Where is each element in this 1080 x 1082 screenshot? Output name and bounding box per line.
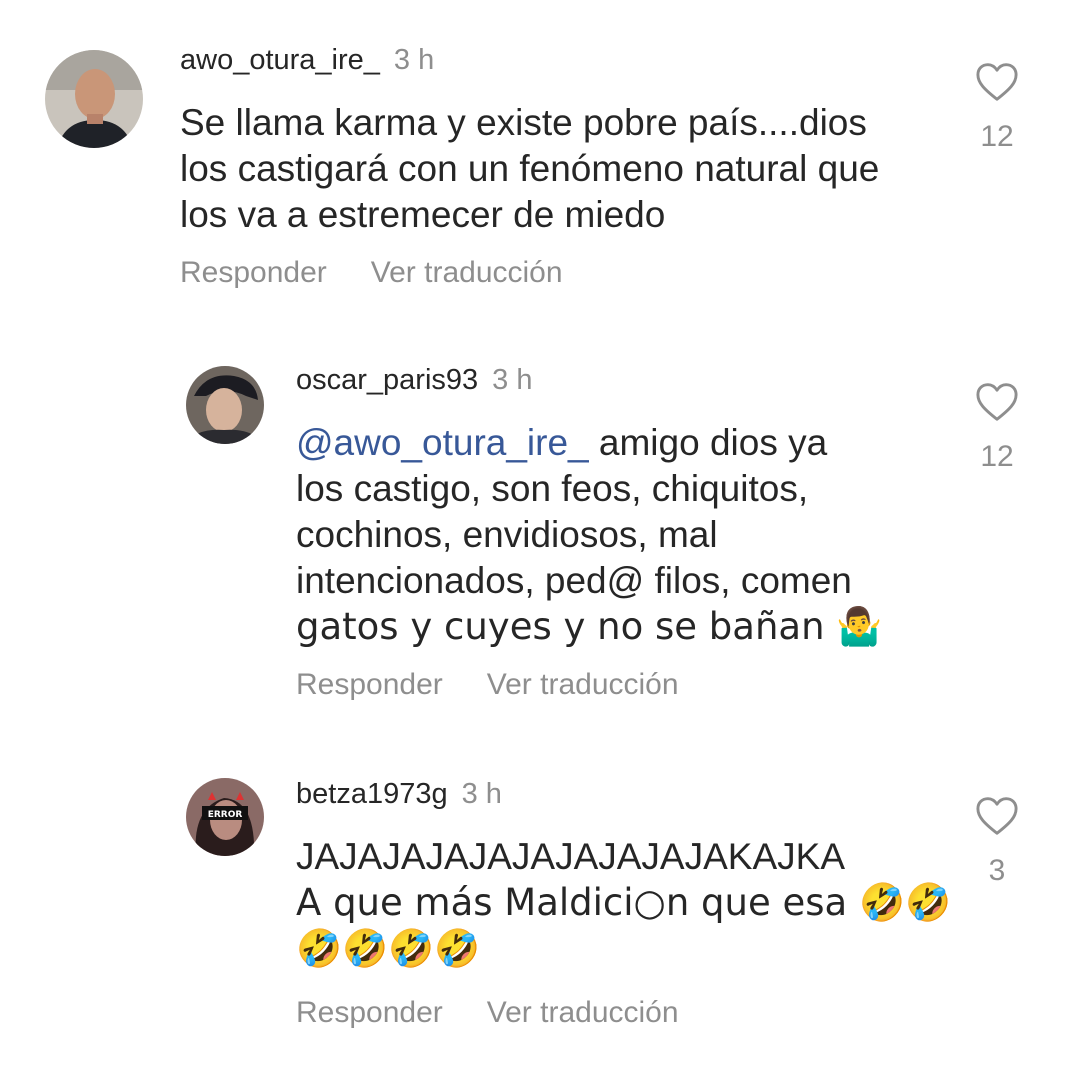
reply-button[interactable]: Responder <box>296 668 443 702</box>
comment-line: 🤣🤣🤣🤣 <box>296 927 481 970</box>
like-count: 3 <box>988 854 1006 887</box>
avatar[interactable] <box>186 366 264 444</box>
reply-button[interactable]: Responder <box>180 256 327 290</box>
heart-icon[interactable] <box>975 796 1019 836</box>
reply-button[interactable]: Responder <box>296 996 443 1030</box>
comment-text: Se llama karma y existe pobre país....di… <box>180 100 879 238</box>
comment-line: gatos y cuyes y no se bañan 🤷‍♂️ <box>296 605 883 648</box>
heart-icon[interactable] <box>975 382 1019 422</box>
avatar[interactable] <box>45 50 143 148</box>
avatar-label: ERROR <box>208 810 243 820</box>
heart-icon[interactable] <box>975 62 1019 102</box>
like-count: 12 <box>980 120 1014 153</box>
comment-line: intencionados, ped@ filos, comen <box>296 560 852 601</box>
mention-link[interactable]: @awo_otura_ire_ <box>296 422 589 463</box>
comment-line: los va a estremecer de miedo <box>180 194 666 235</box>
comment-line: Se llama karma y existe pobre país....di… <box>180 102 867 143</box>
comment-line: los castigará con un fenómeno natural qu… <box>180 148 880 189</box>
timestamp: 3 h <box>461 778 502 810</box>
comment-text: JAJAJAJAJAJAJAJAJAJAKAJKA A que más Mald… <box>296 834 951 972</box>
translate-button[interactable]: Ver traducción <box>487 668 679 702</box>
timestamp: 3 h <box>393 44 435 76</box>
young-man-avatar-icon <box>186 366 264 444</box>
timestamp: 3 h <box>492 364 533 396</box>
comment-line: JAJAJAJAJAJAJAJAJAJAKAJKA <box>296 836 846 877</box>
translate-button[interactable]: Ver traducción <box>487 996 679 1030</box>
username[interactable]: awo_otura_ire_ <box>180 44 380 76</box>
translate-button[interactable]: Ver traducción <box>371 256 563 290</box>
comment-line: los castigo, son feos, chiquitos, <box>296 468 809 509</box>
like-count: 12 <box>980 440 1014 473</box>
man-avatar-icon <box>45 50 143 148</box>
username[interactable]: oscar_paris93 <box>296 364 478 396</box>
comment-line: cochinos, envidiosos, mal <box>296 514 718 555</box>
comment-text: @awo_otura_ire_ amigo dios ya los castig… <box>296 420 882 650</box>
comment-line-rest: amigo dios ya <box>588 422 828 463</box>
error-avatar-icon: ERROR <box>186 778 264 856</box>
comment-line: @awo_otura_ire_ amigo dios ya <box>296 420 882 466</box>
comment-line: A que más Maldici○n que esa 🤣🤣 <box>296 881 952 924</box>
avatar[interactable]: ERROR <box>186 778 264 856</box>
username[interactable]: betza1973g <box>296 778 448 810</box>
